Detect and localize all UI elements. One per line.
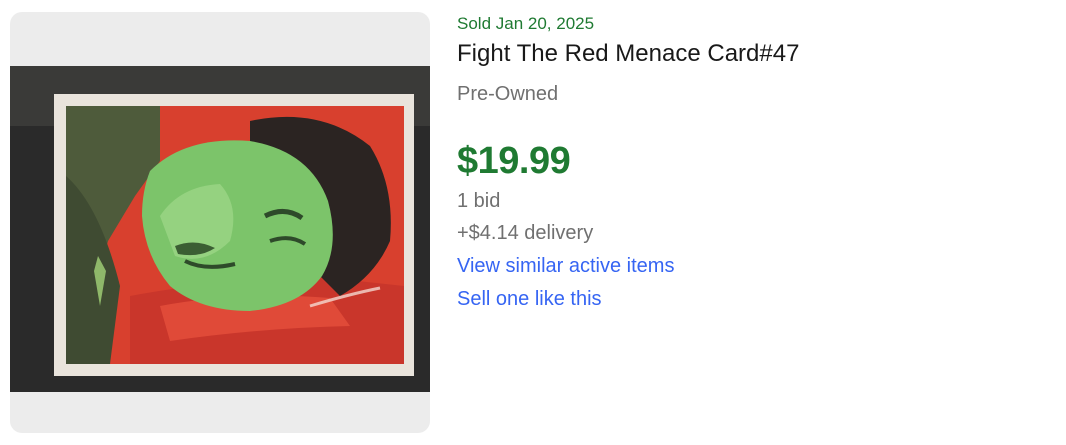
listing-photo: [10, 66, 430, 392]
sold-listing-card: Sold Jan 20, 2025 Fight The Red Menace C…: [0, 0, 1066, 445]
listing-image-panel[interactable]: [10, 12, 430, 433]
delivery-cost: +$4.14 delivery: [457, 222, 594, 244]
sold-date: Sold Jan 20, 2025: [457, 14, 595, 33]
sell-one-like-this-link[interactable]: Sell one like this: [457, 285, 602, 313]
view-similar-items-link[interactable]: View similar active items: [457, 252, 674, 280]
item-condition: Pre-Owned: [457, 83, 559, 105]
sold-price: $19.99: [457, 140, 571, 182]
listing-title[interactable]: Fight The Red Menace Card#47: [457, 38, 799, 70]
bid-count: 1 bid: [457, 190, 501, 212]
